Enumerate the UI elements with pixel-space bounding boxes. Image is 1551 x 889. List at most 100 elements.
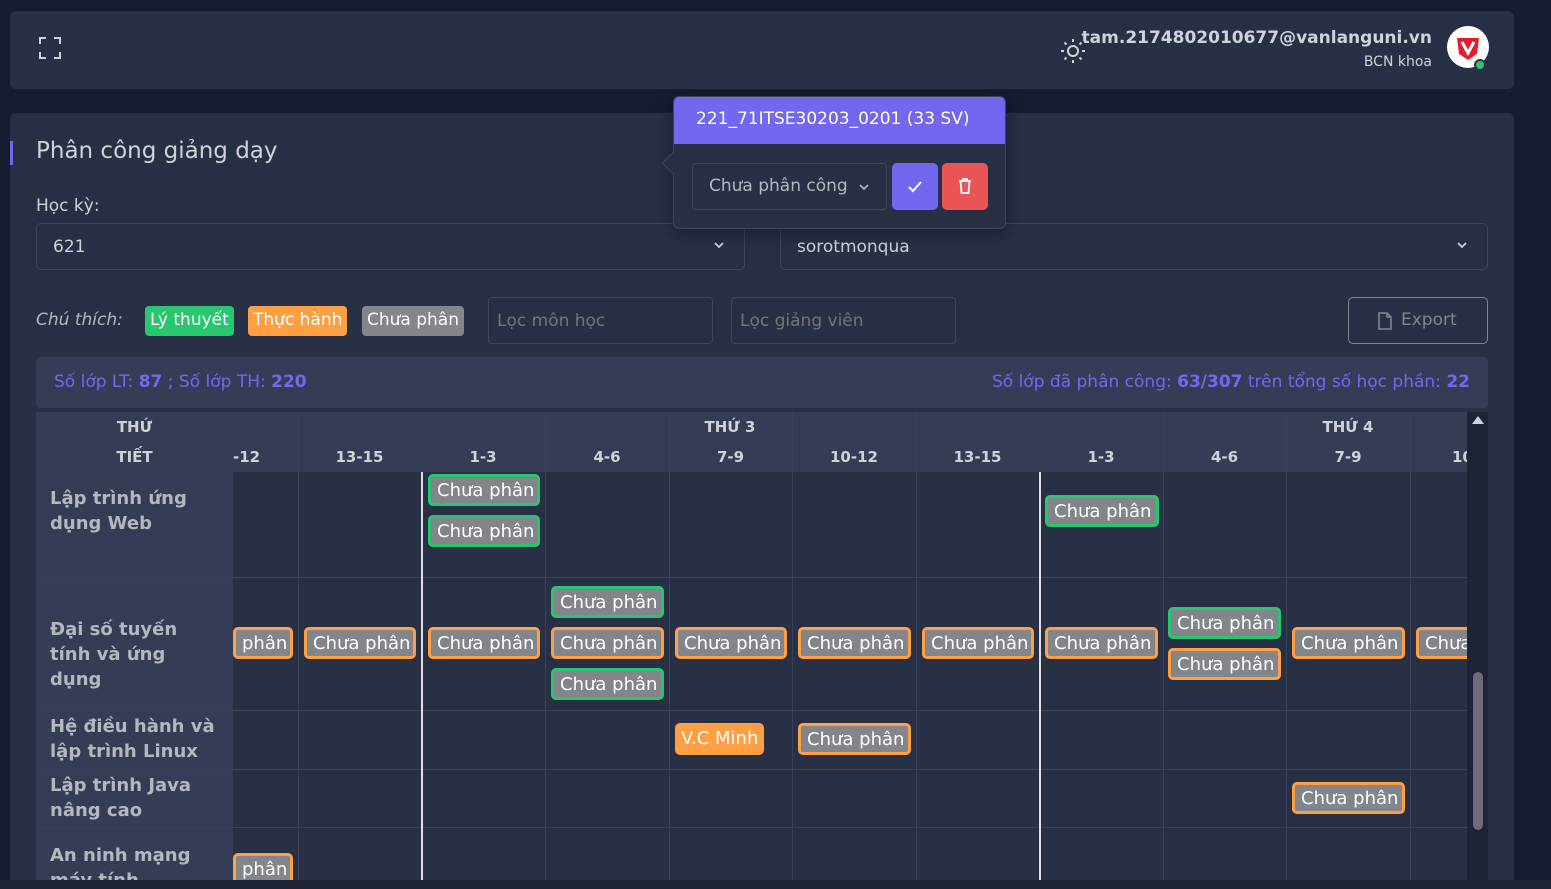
assignment-summary: Số lớp đã phân công: 63/307 trên tổng số… [992,372,1470,392]
col-divider [1410,412,1411,889]
online-status-dot [1474,59,1486,71]
top-navbar: tam.2174802010677@vanlanguni.vn BCN khoa [10,11,1514,89]
fullscreen-icon[interactable] [38,36,62,60]
class-chip[interactable]: Chưa phân [1292,627,1405,659]
period-col: 10 [1452,448,1473,466]
col-divider [916,412,917,889]
row-divider [36,710,1467,711]
department-select-value: sorotmonqua [797,237,910,257]
trash-icon [959,178,971,194]
class-chip[interactable]: Chưa phân [798,723,911,755]
th-count-label: ; Số lớp TH: [167,372,266,392]
period-header-row: TIẾT -12 13-15 1-3 4-6 7-9 10-12 13-15 1… [36,442,1473,472]
class-chip[interactable]: Chưa phân [675,627,787,659]
assign-popover: 221_71ITSE30203_0201 (33 SV) Chưa phân c… [661,96,1006,229]
legend-practice-badge: Thực hành [248,306,348,336]
popover-title: 221_71ITSE30203_0201 (33 SV) [674,97,1005,144]
legend-label: Chú thích: [36,310,123,330]
day-divider [1039,472,1041,889]
export-button[interactable]: Export [1348,297,1488,344]
class-chip[interactable]: Chưa phân [304,627,416,659]
class-chip[interactable]: Chưa phân [551,668,664,700]
schedule-grid: THỨ THỨ 3 THỨ 4 TIẾT -12 13-15 1-3 4-6 7… [36,412,1488,889]
period-col: 7-9 [716,448,745,466]
chevron-down-icon [714,242,724,249]
subject-row-header: Hệ điều hành và lập trình Linux [36,710,233,769]
class-count-summary: Số lớp LT: 87 ; Số lớp TH: 220 [54,372,307,392]
confirm-button[interactable] [892,163,938,210]
class-chip[interactable]: Chưa phân [922,627,1034,659]
semester-select[interactable]: 621 [36,223,745,270]
col-divider [1286,412,1287,889]
day-header-thu3: THỨ 3 [704,418,756,436]
class-chip[interactable]: Chưa phân [1292,782,1405,814]
period-header-label: TIẾT [116,448,153,466]
total-subjects-value: 22 [1446,372,1470,392]
export-button-label: Export [1401,310,1457,330]
lecturer-filter-input[interactable] [731,297,956,344]
stats-bar: Số lớp LT: 87 ; Số lớp TH: 220 Số lớp đã… [36,357,1488,408]
semester-label: Học kỳ: [36,196,100,216]
col-divider [792,412,793,889]
period-col: 7-9 [1334,448,1362,466]
row-divider [36,769,1467,770]
day-header-thu4: THỨ 4 [1322,418,1374,436]
title-accent-bar [10,141,13,165]
row-divider [36,577,1467,578]
class-chip[interactable]: Chưa phân [798,627,911,659]
subject-row-header: Lập trình Java nâng cao [36,769,233,827]
lt-count-value: 87 [138,372,163,392]
period-col: 13-15 [335,448,384,466]
period-col: 4-6 [1210,448,1239,466]
class-chip[interactable]: Chưa phân [1168,648,1281,680]
chevron-down-icon [859,184,869,191]
subject-row-header: Đại số tuyến tính và ứng dụng [36,577,233,710]
file-icon [1378,312,1392,330]
row-divider [36,827,1467,828]
col-divider [298,412,299,889]
period-col: 10-12 [830,448,878,466]
page-title: Phân công giảng dạy [36,138,278,164]
delete-button[interactable] [942,163,988,210]
day-header-row: THỨ THỨ 3 THỨ 4 [36,412,1467,442]
legend-unassigned-badge: Chưa phân [362,306,464,336]
assigned-count-value: 63/307 [1177,372,1243,392]
period-col: 1-3 [469,448,497,466]
user-email[interactable]: tam.2174802010677@vanlanguni.vn [1082,28,1432,48]
class-chip[interactable]: Chưa phân [1168,607,1281,639]
subject-row-header: Lập trình ứng dụng Web [36,472,233,577]
day-divider [421,472,423,889]
period-col: 13-15 [953,448,1002,466]
class-chip[interactable]: Chưa phân [551,586,664,618]
legend-theory-badge: Lý thuyết [145,306,234,336]
class-chip[interactable]: Chưa phân [1045,495,1159,527]
user-role: BCN khoa [1363,54,1432,70]
class-chip[interactable]: Chưa phân [428,474,540,506]
col-divider [545,412,546,889]
class-chip[interactable]: Chưa phân [551,627,664,659]
total-subjects-label: trên tổng số học phần: [1247,372,1441,392]
lecturer-assign-select-value: Chưa phân công [709,176,848,196]
class-chip[interactable]: Chưa phân [1045,627,1158,659]
period-col: 4-6 [593,448,621,466]
department-select[interactable]: sorotmonqua [780,223,1488,270]
check-icon [908,181,922,193]
col-divider [1163,412,1164,889]
class-chip[interactable]: Chưa phân [428,515,540,547]
subject-filter-input[interactable] [488,297,713,344]
scroll-thumb[interactable] [1473,672,1483,830]
period-col: 1-3 [1087,448,1115,466]
assigned-class-chip[interactable]: V.C Minh [675,723,764,755]
bottom-scrollbar[interactable] [0,880,1551,889]
class-chip[interactable]: Chưa phân [428,627,540,659]
col-divider [669,412,670,889]
scroll-up-icon[interactable] [1472,416,1484,424]
th-count-value: 220 [271,372,307,392]
lt-count-label: Số lớp LT: [54,372,134,392]
period-col: -12 [233,448,261,466]
chevron-down-icon [1457,242,1467,249]
class-chip[interactable]: phân [233,627,293,659]
lecturer-assign-select[interactable]: Chưa phân công [692,163,887,210]
grid-scrollbar[interactable] [1467,412,1488,889]
day-header-label: THỨ [116,418,153,436]
